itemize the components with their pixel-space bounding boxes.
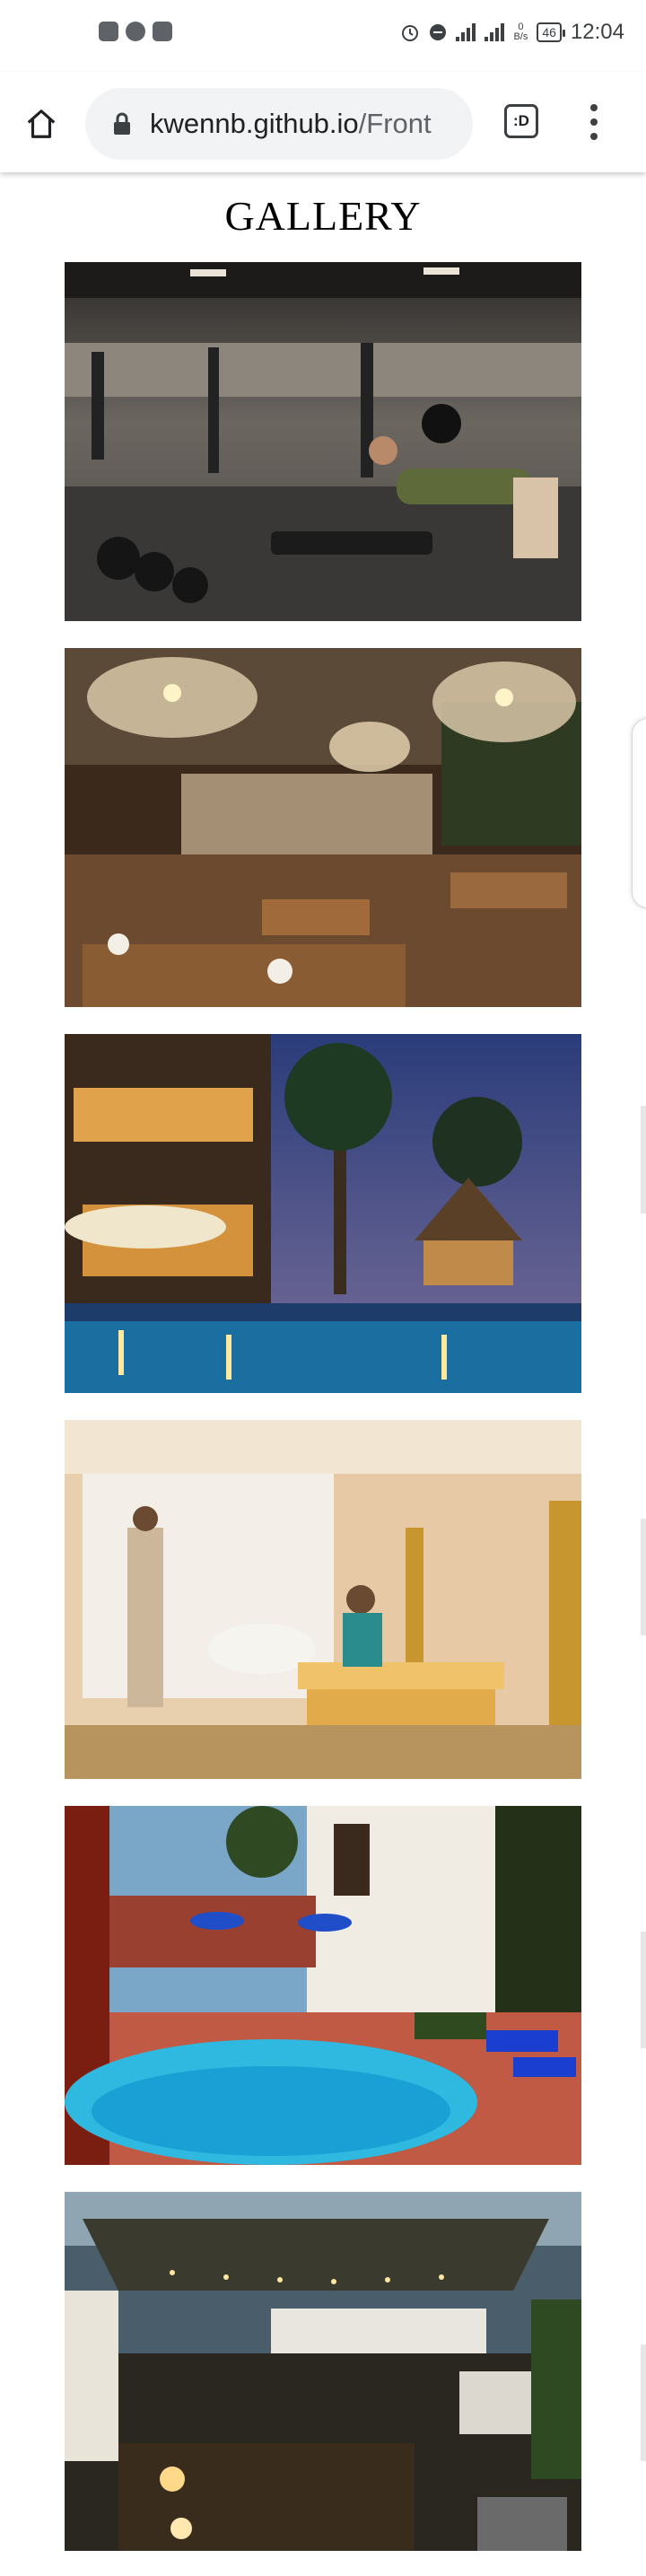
page-content: GALLERY [0,172,646,2576]
home-button[interactable] [20,102,63,145]
notification-icons [99,22,172,41]
scrollbar-track [641,1519,646,1635]
address-bar[interactable]: kwennb.github.io/Front [85,88,473,160]
signal-icon [484,23,505,41]
network-speed: 0 B/s [513,22,528,42]
gallery-image-pool-day[interactable] [65,1806,581,2165]
url-path: /Front [358,108,432,139]
tab-switcher-button[interactable]: :D [504,104,538,138]
scrollbar-track [641,1106,646,1214]
signal-4g-icon [456,23,476,41]
more-vert-icon[interactable] [583,104,605,140]
lock-icon[interactable] [110,112,134,136]
scrollbar-track [641,1932,646,2048]
status-indicators: 0 B/s 46 12:04 [400,20,624,45]
page-title: GALLERY [224,193,422,239]
scrollbar-track [641,2344,646,2461]
status-time: 12:04 [570,20,624,44]
status-bar: 0 B/s 46 12:04 [0,0,646,72]
gallery-image-restaurant[interactable] [65,648,581,1007]
browser-toolbar: kwennb.github.io/Front :D [0,72,646,172]
do-not-disturb-icon [430,24,447,40]
home-icon [27,110,56,138]
sim-notification-icon [153,22,172,41]
battery-indicator: 46 [537,22,565,42]
download-notification-icon [99,22,118,41]
alarm-icon [402,25,419,41]
gallery-image-spa[interactable] [65,1420,581,1779]
url-host: kwennb.github.io [150,108,359,139]
gallery-image-terrace[interactable] [65,2192,581,2551]
gallery-image-pool-night[interactable] [65,1034,581,1393]
app-notification-icon [126,22,145,41]
gallery-image-gym[interactable] [65,262,581,621]
url-text[interactable]: kwennb.github.io/Front [150,108,432,140]
page-scroll-handle[interactable] [632,718,646,908]
